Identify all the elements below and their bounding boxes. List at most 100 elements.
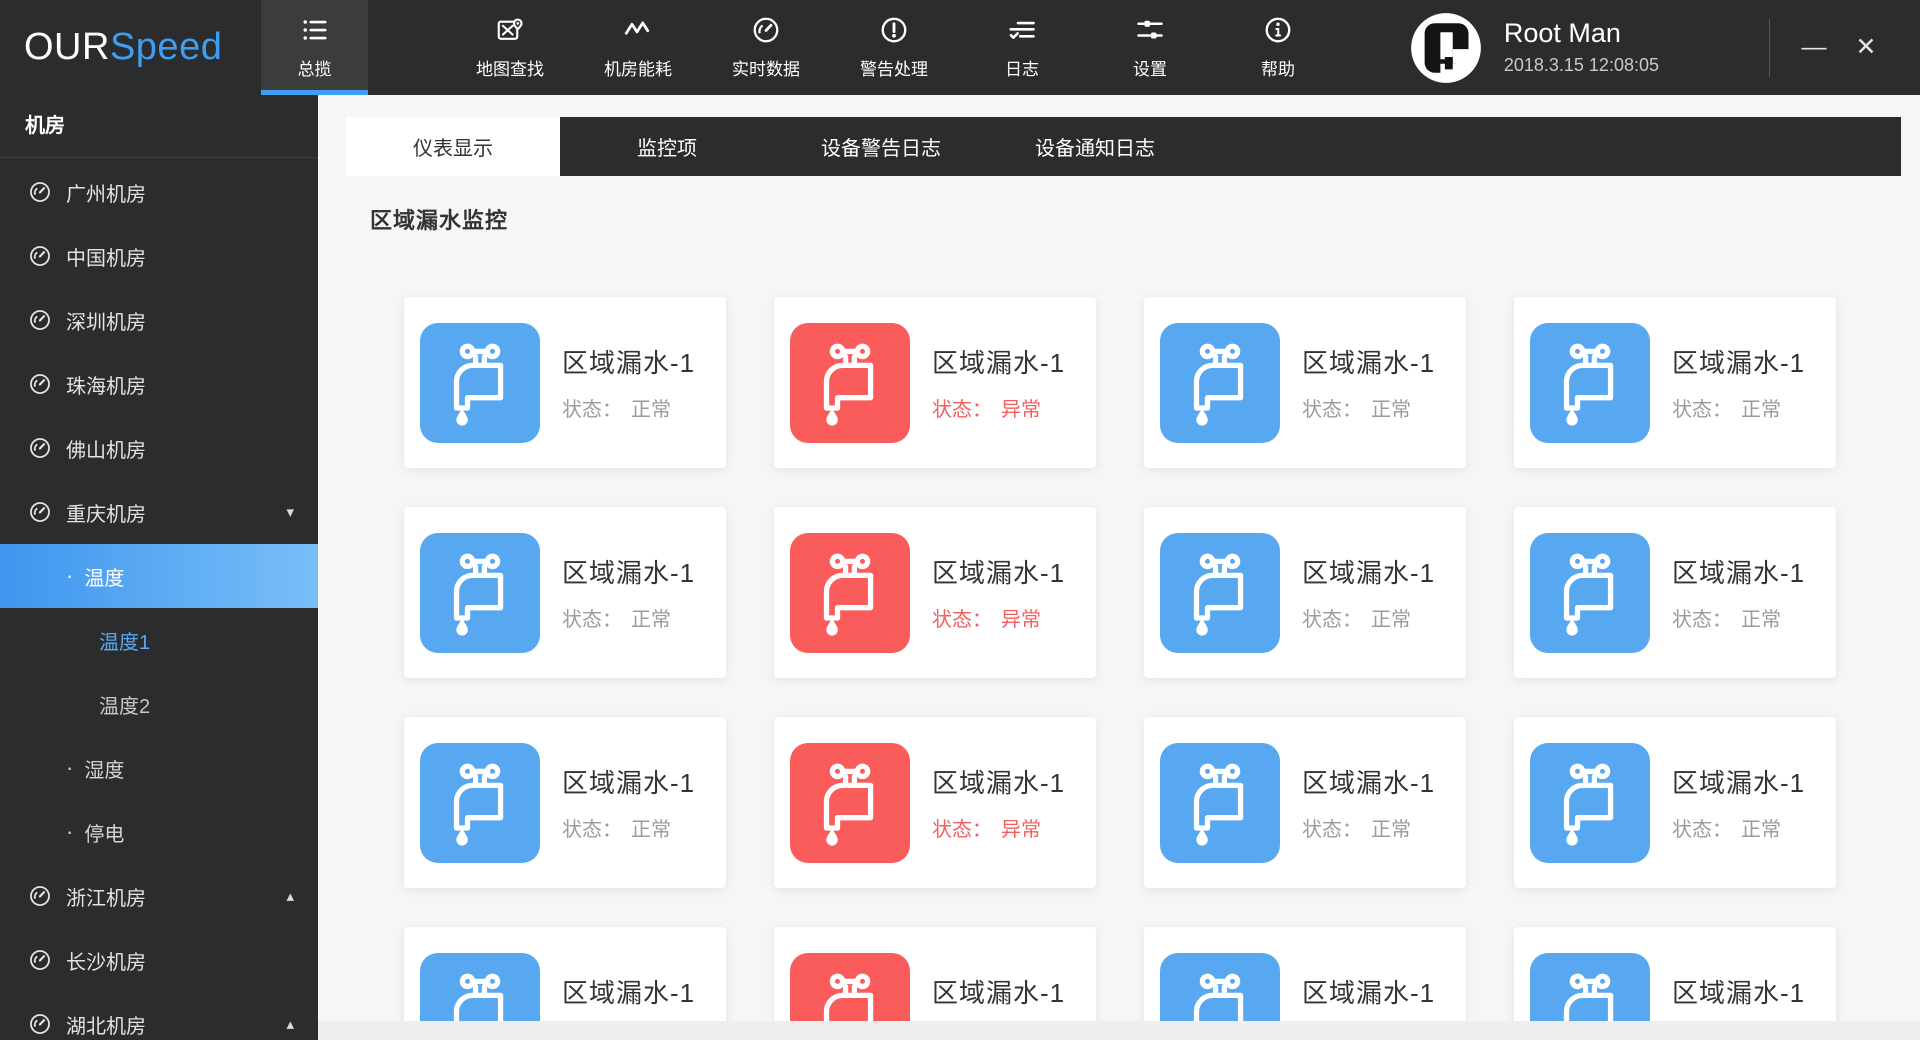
card-status: 状态： 正常 bbox=[1302, 393, 1435, 422]
card-body: 区域漏水-1状态：正常 bbox=[1672, 553, 1805, 632]
device-card[interactable]: 区域漏水-1状态：正常 bbox=[404, 927, 726, 1021]
card-title: 区域漏水-1 bbox=[932, 348, 1066, 378]
sidebar-item-label: 佛山机房 bbox=[66, 439, 146, 462]
nav-item-logs[interactable]: 日志 bbox=[958, 0, 1086, 95]
close-button[interactable]: ✕ bbox=[1840, 0, 1892, 95]
faucet-icon bbox=[1530, 742, 1650, 863]
tab-gauge-display[interactable]: 仪表显示 bbox=[346, 117, 560, 176]
sidebar-item-label: 停电 bbox=[84, 823, 125, 846]
card-status: 状态： 异常 bbox=[932, 813, 1065, 842]
faucet-icon bbox=[1160, 742, 1280, 863]
nav-item-alerts[interactable]: 警告处理 bbox=[830, 0, 958, 95]
card-status-label: 状态： bbox=[1302, 819, 1362, 841]
sidebar-item-shenzhen[interactable]: 深圳机房 bbox=[0, 288, 318, 352]
card-body: 区域漏水-1状态：正常 bbox=[562, 763, 695, 842]
nav-item-map-search[interactable]: 地图查找 bbox=[446, 0, 574, 95]
nav-item-help[interactable]: 帮助 bbox=[1214, 0, 1342, 95]
device-card[interactable]: 区域漏水-1 状态：正常 bbox=[1514, 297, 1836, 468]
card-status: 状态： 正常 bbox=[1302, 603, 1435, 632]
card-status: 状态： 正常 bbox=[1672, 393, 1805, 422]
device-card[interactable]: 区域漏水-1状态：异常 bbox=[774, 717, 1096, 888]
sidebar-item-label: 长沙机房 bbox=[66, 951, 146, 974]
faucet-icon bbox=[790, 322, 910, 443]
gauge-icon bbox=[28, 948, 52, 972]
sidebar-item-wendu1[interactable]: 温度1 bbox=[0, 608, 318, 672]
card-body: 区域漏水-1状态：正常 bbox=[562, 973, 695, 1021]
card-body: 区域漏水-1 状态：正常 bbox=[1672, 343, 1805, 422]
device-card[interactable]: 区域漏水-1状态：异常 bbox=[774, 297, 1096, 468]
card-status-value: 异常 bbox=[1001, 609, 1041, 631]
device-card[interactable]: 区域漏水-1状态：正常 bbox=[1514, 507, 1836, 678]
card-status-label: 状态： bbox=[1302, 399, 1362, 421]
sidebar-item-tingdian[interactable]: · 停电 bbox=[0, 800, 318, 864]
card-title: 区域漏水-1 bbox=[932, 558, 1066, 588]
card-status-label: 状态： bbox=[562, 399, 622, 421]
card-status-label: 状态： bbox=[562, 609, 622, 631]
nav-item-label: 警告处理 bbox=[860, 60, 928, 79]
logo-text-primary: OUR bbox=[24, 26, 110, 68]
nav-item-overview[interactable]: 总揽 bbox=[261, 0, 368, 95]
nav-item-label: 总揽 bbox=[297, 60, 332, 79]
device-card[interactable]: 区域漏水-1状态：正常 bbox=[404, 297, 726, 468]
sidebar-list: 广州机房 中国机房 深圳机房 珠海机房 佛山机房 重庆机房 ▾ · 温度 温度1 温度2 · 湿度 · 停电… bbox=[0, 160, 318, 1040]
card-status-label: 状态： bbox=[932, 609, 992, 631]
tab-monitor-items[interactable]: 监控项 bbox=[560, 117, 774, 176]
sidebar-item-label: 中国机房 bbox=[66, 247, 146, 270]
nav-item-settings[interactable]: 设置 bbox=[1086, 0, 1214, 95]
sidebar-item-guangzhou[interactable]: 广州机房 bbox=[0, 160, 318, 224]
nav-item-label: 设置 bbox=[1133, 60, 1167, 79]
sidebar-item-zhongguo[interactable]: 中国机房 bbox=[0, 224, 318, 288]
minimize-button[interactable]: — bbox=[1788, 0, 1840, 95]
sidebar-item-shidu[interactable]: · 湿度 bbox=[0, 736, 318, 800]
bullet-icon: · bbox=[66, 755, 74, 780]
device-card[interactable]: 区域漏水-1状态：正常 bbox=[1144, 927, 1466, 1021]
gauge-icon bbox=[28, 500, 52, 524]
gauge-icon bbox=[751, 15, 781, 45]
device-card[interactable]: 区域漏水-1 状态： 异常 bbox=[774, 507, 1096, 678]
faucet-icon bbox=[1160, 952, 1280, 1021]
sidebar-item-wendu2[interactable]: 温度2 bbox=[0, 672, 318, 736]
card-title: 区域漏水-1 bbox=[1672, 978, 1806, 1008]
card-body: 区域漏水-1 状态：正常 bbox=[1302, 553, 1435, 632]
faucet-icon bbox=[420, 322, 540, 443]
card-body: 区域漏水-1状态：正常 bbox=[562, 343, 695, 422]
gauge-icon bbox=[28, 244, 52, 268]
card-title: 区域漏水-1 bbox=[1672, 348, 1806, 378]
card-body: 区域漏水-1状态：正常 bbox=[1302, 763, 1435, 842]
card-title: 区域漏水-1 bbox=[1302, 768, 1436, 798]
top-nav: 总揽 地图查找 机房能耗 实时数据 警告处理 日志 设置 帮助 bbox=[261, 0, 1342, 95]
device-card[interactable]: 区域漏水-1状态：正常 bbox=[1514, 717, 1836, 888]
sidebar-item-changsha[interactable]: 长沙机房 bbox=[0, 928, 318, 992]
device-card[interactable]: 区域漏水-1状态：正常 bbox=[404, 507, 726, 678]
card-status-value: 正常 bbox=[1371, 399, 1411, 421]
card-status-value: 正常 bbox=[631, 609, 671, 631]
sidebar-item-wendu[interactable]: · 温度 bbox=[0, 544, 318, 608]
faucet-icon bbox=[790, 532, 910, 653]
sidebar-item-foshan[interactable]: 佛山机房 bbox=[0, 416, 318, 480]
sidebar-item-hubei[interactable]: 湖北机房 ▴ bbox=[0, 992, 318, 1040]
card-body: 区域漏水-1状态：异常 bbox=[932, 973, 1065, 1021]
tab-device-alert-log[interactable]: 设备警告日志 bbox=[774, 117, 988, 176]
device-card[interactable]: 区域漏水-1 状态： 正常 bbox=[1144, 297, 1466, 468]
nav-item-realtime[interactable]: 实时数据 bbox=[702, 0, 830, 95]
device-card[interactable]: 区域漏水-1状态：异常 bbox=[774, 927, 1096, 1021]
card-title: 区域漏水-1 bbox=[1302, 348, 1436, 378]
nav-item-energy[interactable]: 机房能耗 bbox=[574, 0, 702, 95]
card-body: 区域漏水-1状态：正常 bbox=[562, 553, 695, 632]
main-scroll-region: 仪表显示 监控项 设备警告日志 设备通知日志 区域漏水监控 区域漏水-1 状态： 正常 区域… bbox=[318, 95, 1920, 1021]
sidebar-item-zhejiang[interactable]: 浙江机房 ▴ bbox=[0, 864, 318, 928]
app-logo: OUR Speed bbox=[0, 0, 261, 95]
sidebar-item-chongqing[interactable]: 重庆机房 ▾ bbox=[0, 480, 318, 544]
device-card[interactable]: 区域漏水-1状态：正常 bbox=[1144, 717, 1466, 888]
tab-device-notice-log[interactable]: 设备通知日志 bbox=[988, 117, 1202, 176]
card-title: 区域漏水-1 bbox=[1302, 558, 1436, 588]
bullet-icon: · bbox=[66, 819, 74, 844]
card-status-label: 状态： bbox=[562, 819, 622, 841]
sidebar-item-zhuhai[interactable]: 珠海机房 bbox=[0, 352, 318, 416]
device-card[interactable]: 区域漏水-1状态：正常 bbox=[404, 717, 726, 888]
card-body: 区域漏水-1 状态： 正常 bbox=[1302, 343, 1435, 422]
user-avatar[interactable] bbox=[1410, 12, 1482, 84]
device-card[interactable]: 区域漏水-1 状态：正常 bbox=[1144, 507, 1466, 678]
main-area: 仪表显示 监控项 设备警告日志 设备通知日志 区域漏水监控 区域漏水-1 状态： 正常 区域… bbox=[318, 95, 1920, 1040]
device-card[interactable]: 区域漏水-1状态：正常 bbox=[1514, 927, 1836, 1021]
